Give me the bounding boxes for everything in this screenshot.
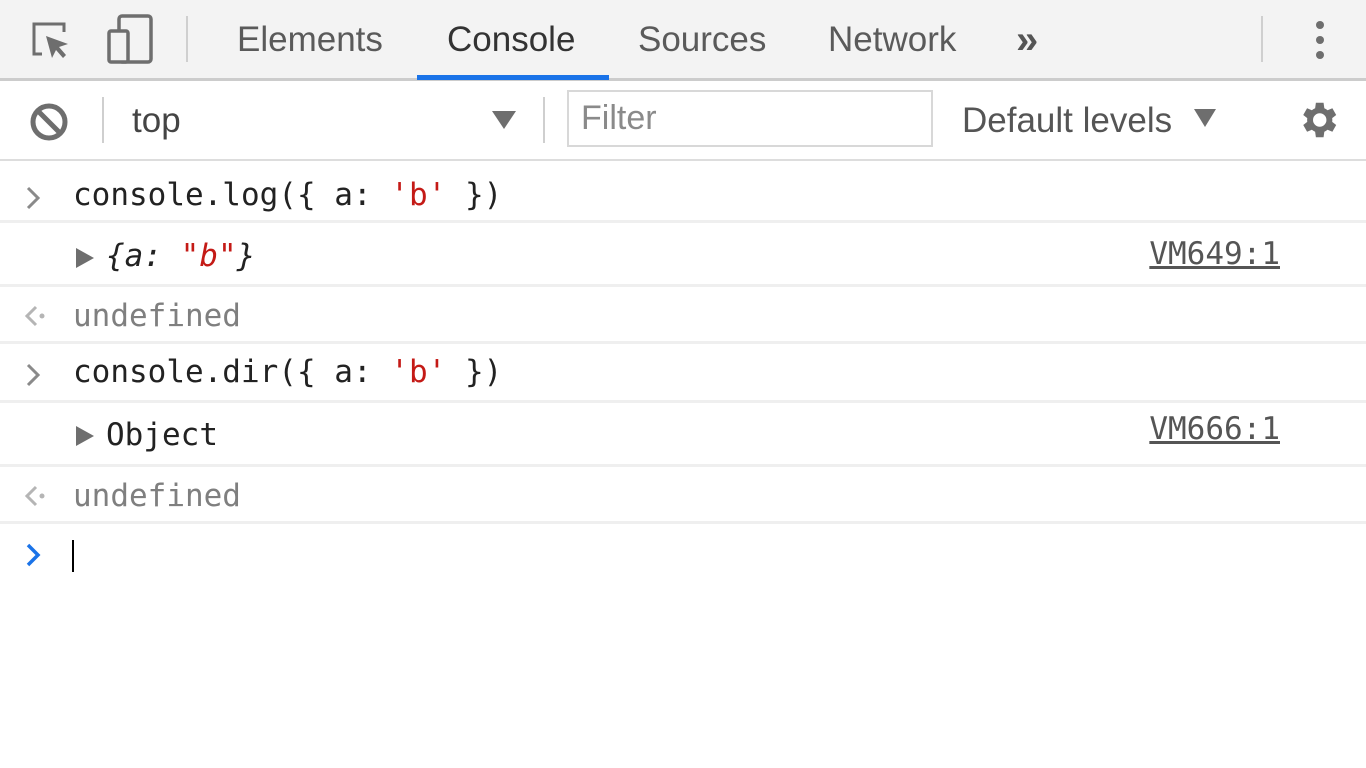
active-tab-indicator xyxy=(417,75,609,80)
logged-object-preview[interactable]: Object xyxy=(106,417,218,453)
logged-object-preview[interactable]: {a: "b"} xyxy=(106,238,255,274)
source-link[interactable]: VM666:1 xyxy=(1149,411,1280,447)
console-toolbar: top Default levels xyxy=(0,81,1366,161)
result-value: undefined xyxy=(73,478,241,514)
dropdown-arrow-icon xyxy=(1194,109,1216,127)
result-arrow-icon xyxy=(24,485,45,507)
context-selector[interactable]: top xyxy=(110,81,530,159)
more-tabs-chevron-icon[interactable]: » xyxy=(1016,0,1038,78)
expand-triangle-icon[interactable] xyxy=(74,246,96,270)
toolbar-divider xyxy=(543,97,545,143)
source-link[interactable]: VM649:1 xyxy=(1149,236,1280,272)
text-cursor xyxy=(72,539,74,572)
tab-sources[interactable]: Sources xyxy=(638,0,766,78)
dropdown-arrow-icon xyxy=(492,111,516,129)
console-result-entry: undefined xyxy=(0,467,1366,524)
console-log-entry: {a: "b"} VM649:1 xyxy=(0,223,1366,287)
input-code: console.log({ a: 'b' }) xyxy=(73,177,503,213)
result-value: undefined xyxy=(73,298,241,334)
toolbar-divider xyxy=(1261,16,1263,62)
tab-elements[interactable]: Elements xyxy=(237,0,383,78)
context-selector-value: top xyxy=(132,101,181,140)
input-code: console.dir({ a: 'b' }) xyxy=(73,354,503,390)
device-toolbar-icon[interactable] xyxy=(106,14,156,64)
prompt-input[interactable] xyxy=(72,536,74,572)
toolbar-divider xyxy=(186,16,188,62)
console-input-entry: console.log({ a: 'b' }) xyxy=(0,161,1366,223)
prompt-chevron-icon xyxy=(26,543,41,567)
console-input-entry: console.dir({ a: 'b' }) xyxy=(0,344,1366,403)
toolbar-divider xyxy=(102,97,104,143)
filter-input[interactable] xyxy=(567,90,933,147)
input-chevron-icon xyxy=(26,363,41,387)
expand-triangle-icon[interactable] xyxy=(74,424,96,448)
devtools-tab-bar: Elements Console Sources Network » xyxy=(0,0,1366,81)
input-chevron-icon xyxy=(26,186,41,210)
log-levels-dropdown[interactable]: Default levels xyxy=(950,81,1230,159)
console-prompt[interactable] xyxy=(0,524,1366,594)
console-messages: console.log({ a: 'b' }) {a: "b"} VM649:1… xyxy=(0,161,1366,594)
log-levels-label: Default levels xyxy=(962,101,1173,140)
clear-console-icon[interactable] xyxy=(28,101,70,143)
gear-icon[interactable] xyxy=(1295,97,1341,143)
tab-network[interactable]: Network xyxy=(828,0,956,78)
console-log-entry: Object VM666:1 xyxy=(0,403,1366,467)
tab-console[interactable]: Console xyxy=(447,0,575,78)
vertical-dots-icon[interactable] xyxy=(1310,20,1330,62)
result-arrow-icon xyxy=(24,305,45,327)
inspect-element-icon[interactable] xyxy=(28,18,72,62)
console-result-entry: undefined xyxy=(0,287,1366,344)
